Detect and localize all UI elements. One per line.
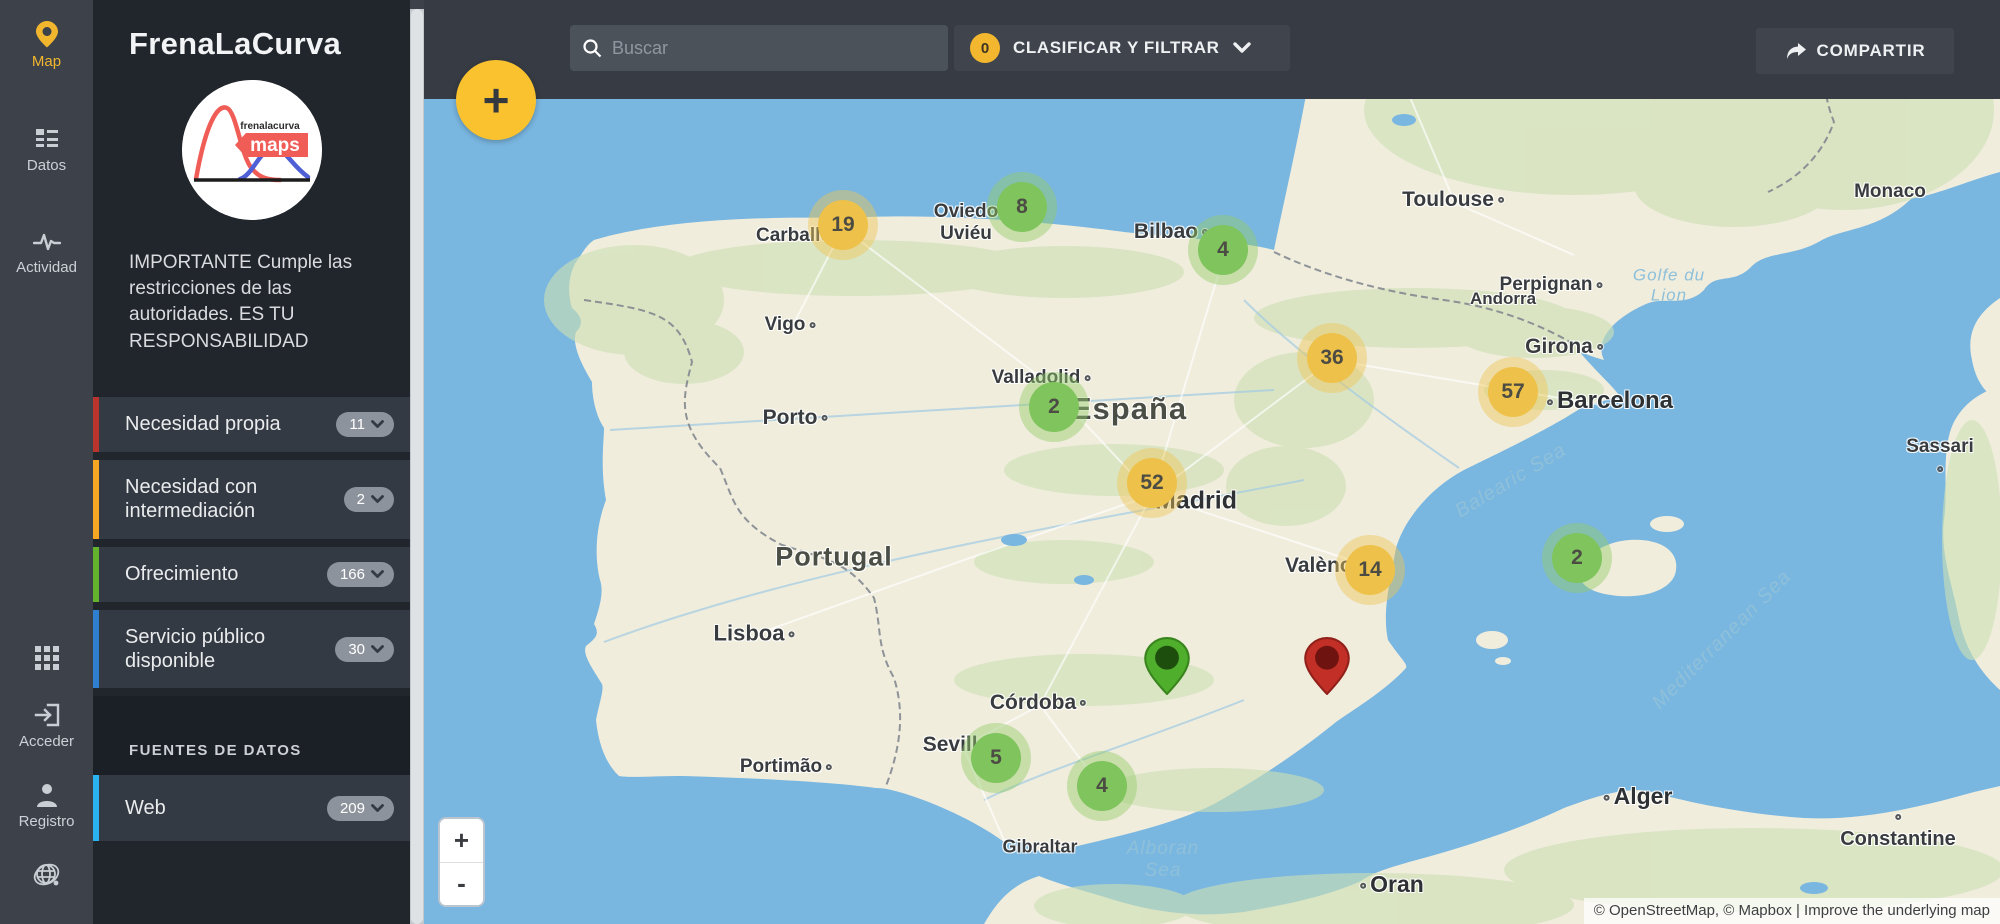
search-input[interactable] (612, 38, 936, 59)
sidebar-category-row[interactable]: Servicio público disponible 30 (93, 610, 410, 689)
data-list-icon (34, 126, 60, 152)
map-canvas[interactable]: CarballoOviedo UviéuBilbaoToulouseMonaco… (424, 0, 2000, 924)
map-cluster[interactable]: 14 (1345, 545, 1395, 595)
rail-label: Registro (19, 813, 75, 830)
map-cluster[interactable]: 8 (997, 182, 1047, 232)
map-cluster[interactable]: 2 (1029, 382, 1079, 432)
category-label: Servicio público disponible (125, 625, 293, 674)
category-count: 166 (340, 566, 365, 583)
category-count: 30 (348, 641, 365, 658)
app-title: FrenaLaCurva (129, 26, 410, 62)
data-sources-section: FUENTES DE DATOS Web 209 (93, 696, 410, 841)
sidebar-category-row[interactable]: Ofrecimiento 166 (93, 547, 410, 602)
map-cluster[interactable]: 5 (971, 733, 1021, 783)
share-arrow-icon (1785, 42, 1807, 60)
category-count: 209 (340, 800, 365, 817)
rail-item-actividad[interactable]: Actividad (0, 230, 93, 276)
map-cluster[interactable]: 2 (1552, 533, 1602, 583)
scrollbar-cap (410, 0, 424, 9)
map-terrain (424, 0, 2000, 924)
category-list: Necesidad propia 11 Necesidad con intermed… (93, 397, 410, 689)
frenalacurva-app: Map Datos Actividad Acceder Registro Fre… (0, 0, 2000, 924)
category-count-badge[interactable]: 30 (335, 637, 394, 662)
map-attribution[interactable]: © OpenStreetMap, © Mapbox | Improve the … (1584, 898, 2000, 924)
rail-item-language[interactable] (0, 860, 93, 890)
map-cluster[interactable]: 19 (818, 200, 868, 250)
search-icon (582, 38, 602, 58)
map-cluster[interactable]: 4 (1198, 225, 1248, 275)
chevron-down-icon (371, 645, 384, 654)
search-box[interactable] (570, 25, 948, 71)
sidebar-scrollbar[interactable] (410, 0, 424, 924)
category-label: Necesidad con intermediación (125, 475, 293, 524)
classify-filter-button[interactable]: 0 CLASIFICAR Y FILTRAR (954, 25, 1290, 71)
globe-icon (32, 860, 62, 890)
map-pin-icon (35, 20, 59, 48)
important-notice: IMPORTANTE Cumple las restricciones de l… (129, 250, 380, 355)
chevron-down-icon (371, 420, 384, 429)
rail-item-apps[interactable] (0, 645, 93, 671)
chevron-down-icon (371, 570, 384, 579)
rail-label: Acceder (19, 733, 74, 750)
data-sources-header: FUENTES DE DATOS (129, 742, 410, 759)
map-cluster[interactable]: 4 (1077, 761, 1127, 811)
sidebar-category-row[interactable]: Necesidad con intermediación 2 (93, 460, 410, 539)
sidebar-panel: FrenaLaCurva frenalacurva maps IMPORTANT… (93, 0, 410, 924)
chevron-down-icon (1233, 42, 1251, 54)
rail-label: Actividad (16, 259, 77, 276)
icon-rail: Map Datos Actividad Acceder Registro (0, 0, 93, 924)
category-count-badge[interactable]: 2 (344, 487, 394, 512)
rail-label: Map (32, 53, 61, 70)
person-icon (33, 782, 61, 808)
add-point-fab[interactable]: + (456, 60, 536, 140)
rail-item-datos[interactable]: Datos (0, 126, 93, 174)
rail-label: Datos (27, 157, 66, 174)
source-list: Web 209 (93, 775, 410, 841)
apps-grid-icon (34, 645, 60, 671)
category-label: Ofrecimiento (125, 562, 238, 586)
map-zoom-control: + - (438, 817, 485, 907)
category-label: Necesidad propia (125, 412, 281, 436)
map-pin-red[interactable] (1304, 637, 1350, 695)
filter-count-badge: 0 (970, 33, 1000, 63)
category-label: Web (125, 796, 166, 820)
share-label: COMPARTIR (1817, 41, 1926, 61)
chevron-down-icon (371, 495, 384, 504)
chevron-down-icon (371, 804, 384, 813)
map-cluster[interactable]: 52 (1127, 458, 1177, 508)
rail-item-map[interactable]: Map (0, 20, 93, 70)
map-cluster[interactable]: 57 (1488, 367, 1538, 417)
rail-item-registro[interactable]: Registro (0, 782, 93, 830)
category-count-badge[interactable]: 209 (327, 796, 394, 821)
frenalacurva-maps-logo: frenalacurva maps (182, 80, 322, 220)
logo-maps-text: maps (250, 135, 300, 156)
zoom-in-button[interactable]: + (440, 819, 483, 863)
rail-item-acceder[interactable]: Acceder (0, 702, 93, 750)
category-count: 2 (357, 491, 365, 508)
map-topbar: 0 CLASIFICAR Y FILTRAR COMPARTIR (424, 0, 2000, 99)
zoom-out-button[interactable]: - (440, 863, 483, 906)
scrollbar-thumb[interactable] (411, 9, 423, 924)
category-count: 11 (349, 416, 365, 433)
map-pin-green[interactable] (1144, 637, 1190, 695)
filter-label: CLASIFICAR Y FILTRAR (1013, 38, 1220, 58)
activity-pulse-icon (33, 230, 61, 254)
sidebar-category-row[interactable]: Necesidad propia 11 (93, 397, 410, 452)
share-button[interactable]: COMPARTIR (1756, 28, 1954, 74)
category-count-badge[interactable]: 11 (336, 412, 394, 437)
login-icon (33, 702, 61, 728)
category-count-badge[interactable]: 166 (327, 562, 394, 587)
logo-small-text: frenalacurva (240, 121, 300, 132)
sidebar-category-row[interactable]: Web 209 (93, 775, 410, 841)
map-cluster[interactable]: 36 (1307, 333, 1357, 383)
